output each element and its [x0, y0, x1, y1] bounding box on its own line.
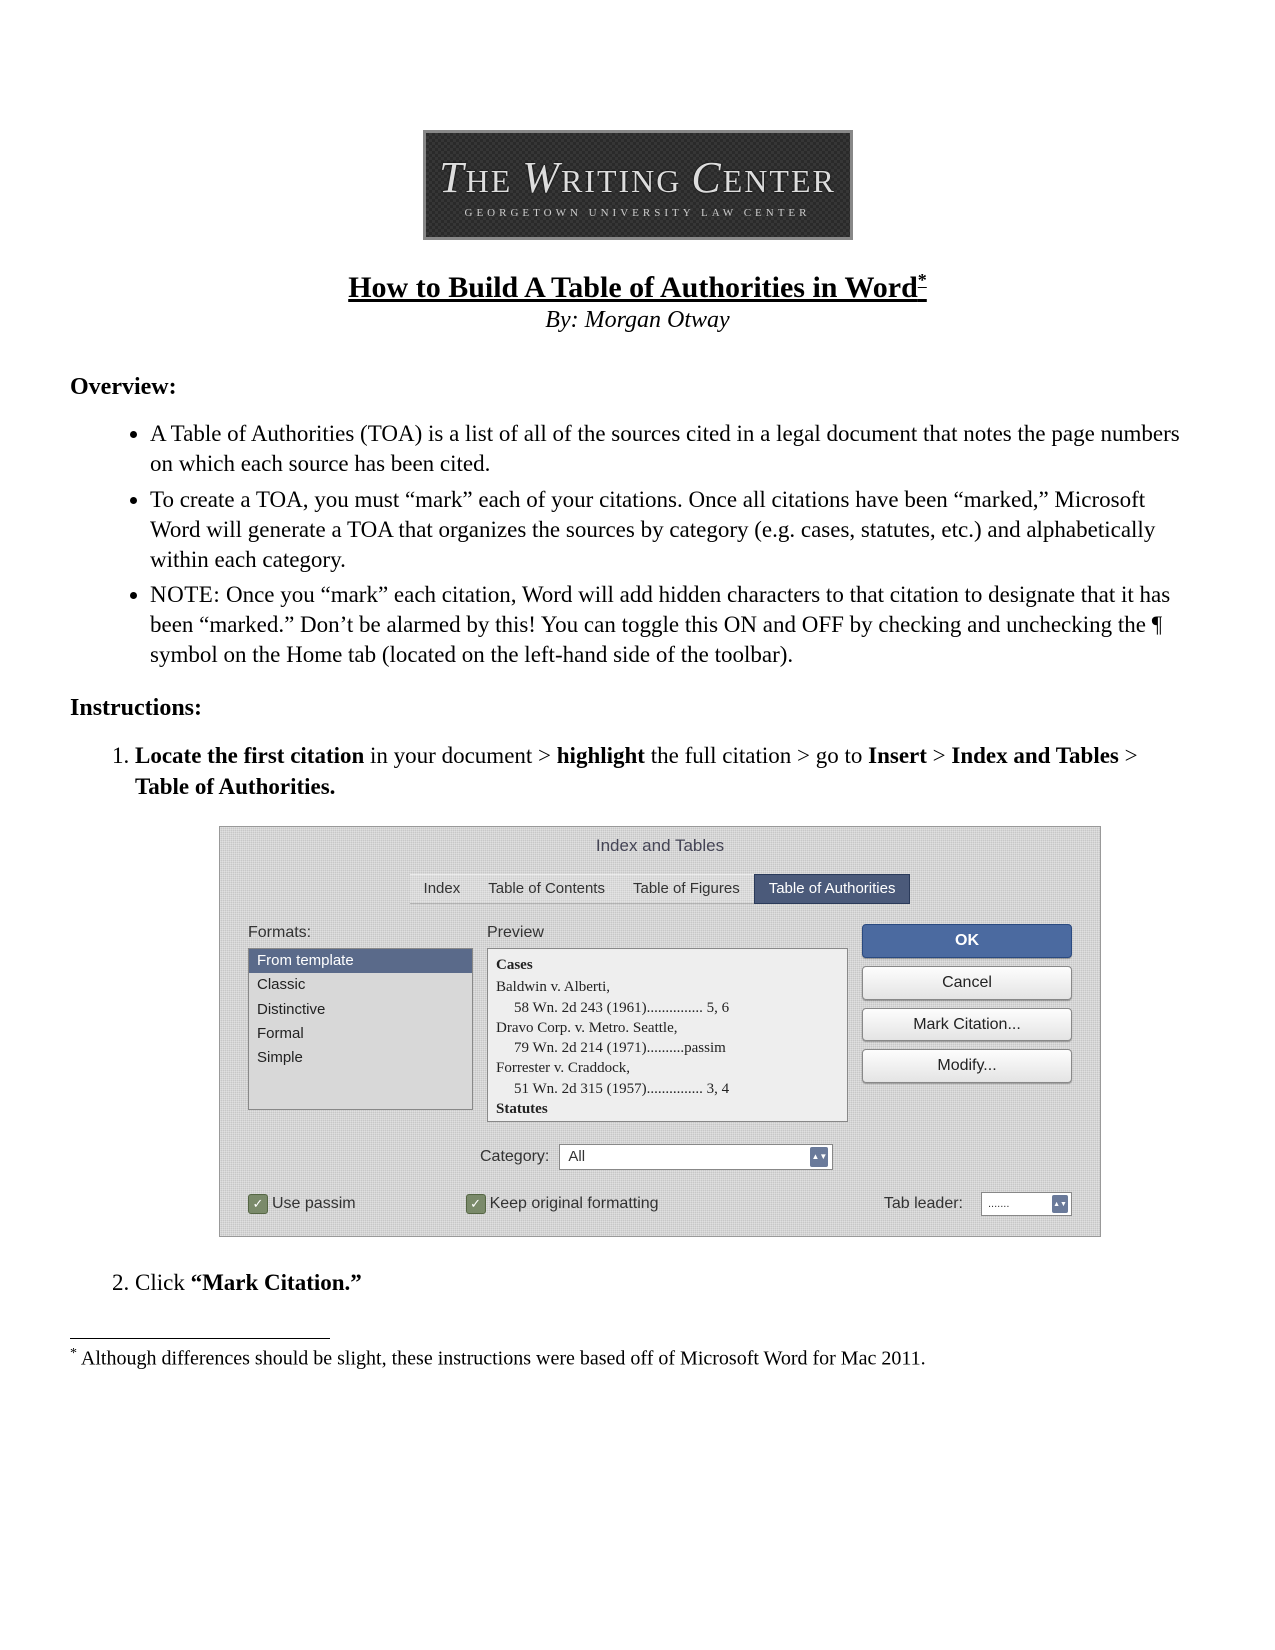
note-body: Once you “mark” each citation, Word will… — [150, 582, 1170, 667]
overview-item: A Table of Authorities (TOA) is a list o… — [150, 419, 1185, 479]
dialog-title: Index and Tables — [220, 827, 1100, 874]
preview-cite: 51 Wn. 2d 315 (1957)............... 3, 4 — [514, 1079, 839, 1099]
dialog-tabs: Index Table of Contents Table of Figures… — [220, 874, 1100, 904]
tab-table-of-contents[interactable]: Table of Contents — [474, 874, 619, 904]
footnote-rule — [70, 1338, 330, 1339]
footnote: * Although differences should be slight,… — [70, 1345, 1205, 1372]
overview-item: NOTE: Once you “mark” each citation, Wor… — [150, 580, 1185, 670]
select-arrows-icon: ▲▼ — [810, 1147, 828, 1167]
category-select[interactable]: All ▲▼ — [559, 1144, 833, 1170]
overview-item: To create a TOA, you must “mark” each of… — [150, 485, 1185, 575]
category-row: Category: All ▲▼ — [220, 1132, 1100, 1178]
preview-column: Preview Cases Baldwin v. Alberti, 58 Wn.… — [487, 922, 848, 1122]
tab-table-of-authorities[interactable]: Table of Authorities — [754, 874, 911, 904]
format-option[interactable]: From template — [249, 949, 472, 973]
logo-subtitle: GEORGETOWN UNIVERSITY LAW CENTER — [465, 207, 811, 219]
checkbox-row: ✓ Use passim ✓ Keep original formatting … — [220, 1178, 1100, 1236]
format-option[interactable]: Distinctive — [249, 998, 472, 1022]
format-option[interactable]: Simple — [249, 1046, 472, 1070]
format-option[interactable]: Classic — [249, 973, 472, 997]
tab-leader-value: ....... — [988, 1197, 1009, 1212]
use-passim-group: ✓ Use passim — [248, 1193, 356, 1215]
category-label: Category: — [480, 1146, 549, 1168]
category-value: All — [568, 1147, 585, 1167]
use-passim-checkbox[interactable]: ✓ — [248, 1194, 268, 1214]
overview-list: A Table of Authorities (TOA) is a list o… — [120, 419, 1205, 670]
formats-label: Formats: — [248, 922, 473, 944]
tab-leader-select[interactable]: ....... ▲▼ — [981, 1192, 1072, 1216]
index-and-tables-dialog: Index and Tables Index Table of Contents… — [219, 826, 1101, 1237]
byline: By: Morgan Otway — [70, 307, 1205, 334]
document-page: THE WRITING CENTER GEORGETOWN UNIVERSITY… — [0, 0, 1275, 1650]
tab-leader-label: Tab leader: — [884, 1193, 963, 1215]
dialog-body: Formats: From template Classic Distincti… — [220, 922, 1100, 1132]
select-arrows-icon: ▲▼ — [1052, 1195, 1068, 1213]
use-passim-label: Use passim — [272, 1193, 356, 1215]
preview-heading-statutes: Statutes — [496, 1099, 839, 1119]
preview-box: Cases Baldwin v. Alberti, 58 Wn. 2d 243 … — [487, 948, 848, 1122]
instructions-heading: Instructions: — [70, 695, 1205, 722]
modify-button[interactable]: Modify... — [862, 1049, 1072, 1083]
preview-case: Forrester v. Craddock, — [496, 1058, 839, 1078]
page-title: How to Build A Table of Authorities in W… — [70, 270, 1205, 305]
preview-case: Dravo Corp. v. Metro. Seattle, — [496, 1018, 839, 1038]
instructions-list: Locate the first citation in your docume… — [105, 740, 1205, 1298]
logo-container: THE WRITING CENTER GEORGETOWN UNIVERSITY… — [70, 130, 1205, 240]
formats-column: Formats: From template Classic Distincti… — [248, 922, 473, 1122]
tab-index[interactable]: Index — [410, 874, 475, 904]
note-prefix: NOTE: — [150, 582, 220, 607]
preview-heading-cases: Cases — [496, 955, 839, 975]
writing-center-logo: THE WRITING CENTER GEORGETOWN UNIVERSITY… — [423, 130, 853, 240]
logo-main-text: THE WRITING CENTER — [439, 152, 836, 203]
keep-formatting-group: ✓ Keep original formatting — [466, 1193, 659, 1215]
mark-citation-button[interactable]: Mark Citation... — [862, 1008, 1072, 1042]
keep-formatting-label: Keep original formatting — [490, 1193, 659, 1215]
preview-cite: 79 Wn. 2d 214 (1971)..........passim — [514, 1038, 839, 1058]
tab-table-of-figures[interactable]: Table of Figures — [619, 874, 754, 904]
preview-case: Baldwin v. Alberti, — [496, 977, 839, 997]
instruction-step-1: Locate the first citation in your docume… — [135, 740, 1185, 1237]
preview-label: Preview — [487, 922, 848, 944]
format-option[interactable]: Formal — [249, 1022, 472, 1046]
instruction-step-2: Click “Mark Citation.” — [135, 1267, 1185, 1298]
cancel-button[interactable]: Cancel — [862, 966, 1072, 1000]
overview-heading: Overview: — [70, 374, 1205, 401]
formats-listbox[interactable]: From template Classic Distinctive Formal… — [248, 948, 473, 1110]
keep-formatting-checkbox[interactable]: ✓ — [466, 1194, 486, 1214]
dialog-screenshot: Index and Tables Index Table of Contents… — [135, 826, 1185, 1237]
preview-cite: 58 Wn. 2d 243 (1961)............... 5, 6 — [514, 998, 839, 1018]
ok-button[interactable]: OK — [862, 924, 1072, 958]
buttons-column: OK Cancel Mark Citation... Modify... — [862, 922, 1072, 1122]
